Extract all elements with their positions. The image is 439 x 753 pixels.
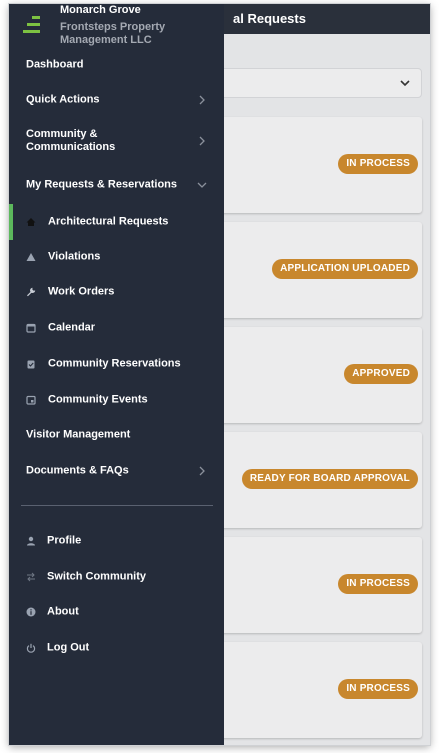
nav-label: Dashboard [26, 58, 84, 71]
chevron-down-icon [400, 80, 410, 87]
event-icon [26, 395, 36, 405]
power-icon [26, 643, 36, 653]
nav-label: Work Orders [48, 285, 115, 298]
nav-community-reservations[interactable]: Community Reservations [9, 353, 224, 375]
frontsteps-logo-icon [23, 16, 40, 33]
info-icon [26, 607, 36, 617]
nav-label: Architectural Requests [48, 215, 169, 228]
nav-label: Community Reservations [48, 357, 181, 370]
nav-label: Documents & FAQs [26, 464, 129, 477]
warning-icon [26, 253, 36, 261]
active-indicator [9, 204, 13, 240]
nav-violations[interactable]: Violations [9, 246, 224, 268]
nav-label: Calendar [48, 321, 96, 334]
nav-my-requests[interactable]: My Requests & Reservations [9, 174, 224, 196]
nav-documents-faqs[interactable]: Documents & FAQs [9, 460, 224, 482]
nav-architectural-requests[interactable]: Architectural Requests [9, 204, 224, 240]
nav-logout[interactable]: Log Out [9, 637, 224, 659]
calendar-icon [26, 323, 36, 333]
nav-label: Community Events [48, 393, 148, 406]
nav-work-orders[interactable]: Work Orders [9, 281, 224, 303]
nav-quick-actions[interactable]: Quick Actions [9, 89, 224, 111]
nav-calendar[interactable]: Calendar [9, 317, 224, 339]
nav-about[interactable]: About [9, 601, 224, 623]
nav-label: Profile [47, 534, 82, 547]
home-icon [26, 218, 36, 226]
nav-switch-community[interactable]: Switch Community [9, 566, 224, 588]
nav-label: About [47, 605, 79, 618]
status-badge: IN PROCESS [338, 679, 418, 699]
nav-label: Community & Communications [26, 128, 116, 153]
community-name: Monarch Grove [60, 4, 141, 16]
nav-dashboard[interactable]: Dashboard [9, 54, 224, 76]
status-badge: APPROVED [344, 364, 418, 384]
status-badge: IN PROCESS [338, 574, 418, 594]
chevron-right-icon [199, 95, 205, 105]
nav-community-events[interactable]: Community Events [9, 389, 224, 411]
nav-label: My Requests & Reservations [26, 178, 177, 191]
menu-divider [21, 505, 213, 506]
nav-community-communications[interactable]: Community & Communications [9, 124, 224, 158]
chevron-down-icon [197, 182, 207, 188]
wrench-icon [27, 287, 36, 297]
navigation-drawer: Monarch Grove Frontsteps Property Manage… [9, 4, 224, 745]
device-screen: al Requests IN PROCESS APPLICATION UPLOA… [9, 4, 430, 745]
chevron-right-icon [199, 136, 205, 146]
nav-label: Log Out [47, 641, 90, 654]
company-name: Frontsteps Property Management LLC [60, 21, 166, 46]
nav-label: Switch Community [47, 570, 147, 583]
nav-label: Quick Actions [26, 93, 100, 106]
person-icon [27, 536, 35, 546]
status-badge: IN PROCESS [338, 154, 418, 174]
switch-icon [27, 572, 35, 582]
status-badge: APPLICATION UPLOADED [272, 259, 418, 279]
nav-label: Violations [48, 250, 101, 263]
chevron-right-icon [199, 466, 205, 476]
status-badge: READY FOR BOARD APPROVAL [241, 469, 418, 489]
clipboard-icon [27, 360, 35, 369]
nav-visitor-management[interactable]: Visitor Management [9, 424, 224, 446]
nav-profile[interactable]: Profile [9, 530, 224, 552]
nav-label: Visitor Management [26, 428, 131, 441]
page-title: al Requests [233, 11, 306, 26]
